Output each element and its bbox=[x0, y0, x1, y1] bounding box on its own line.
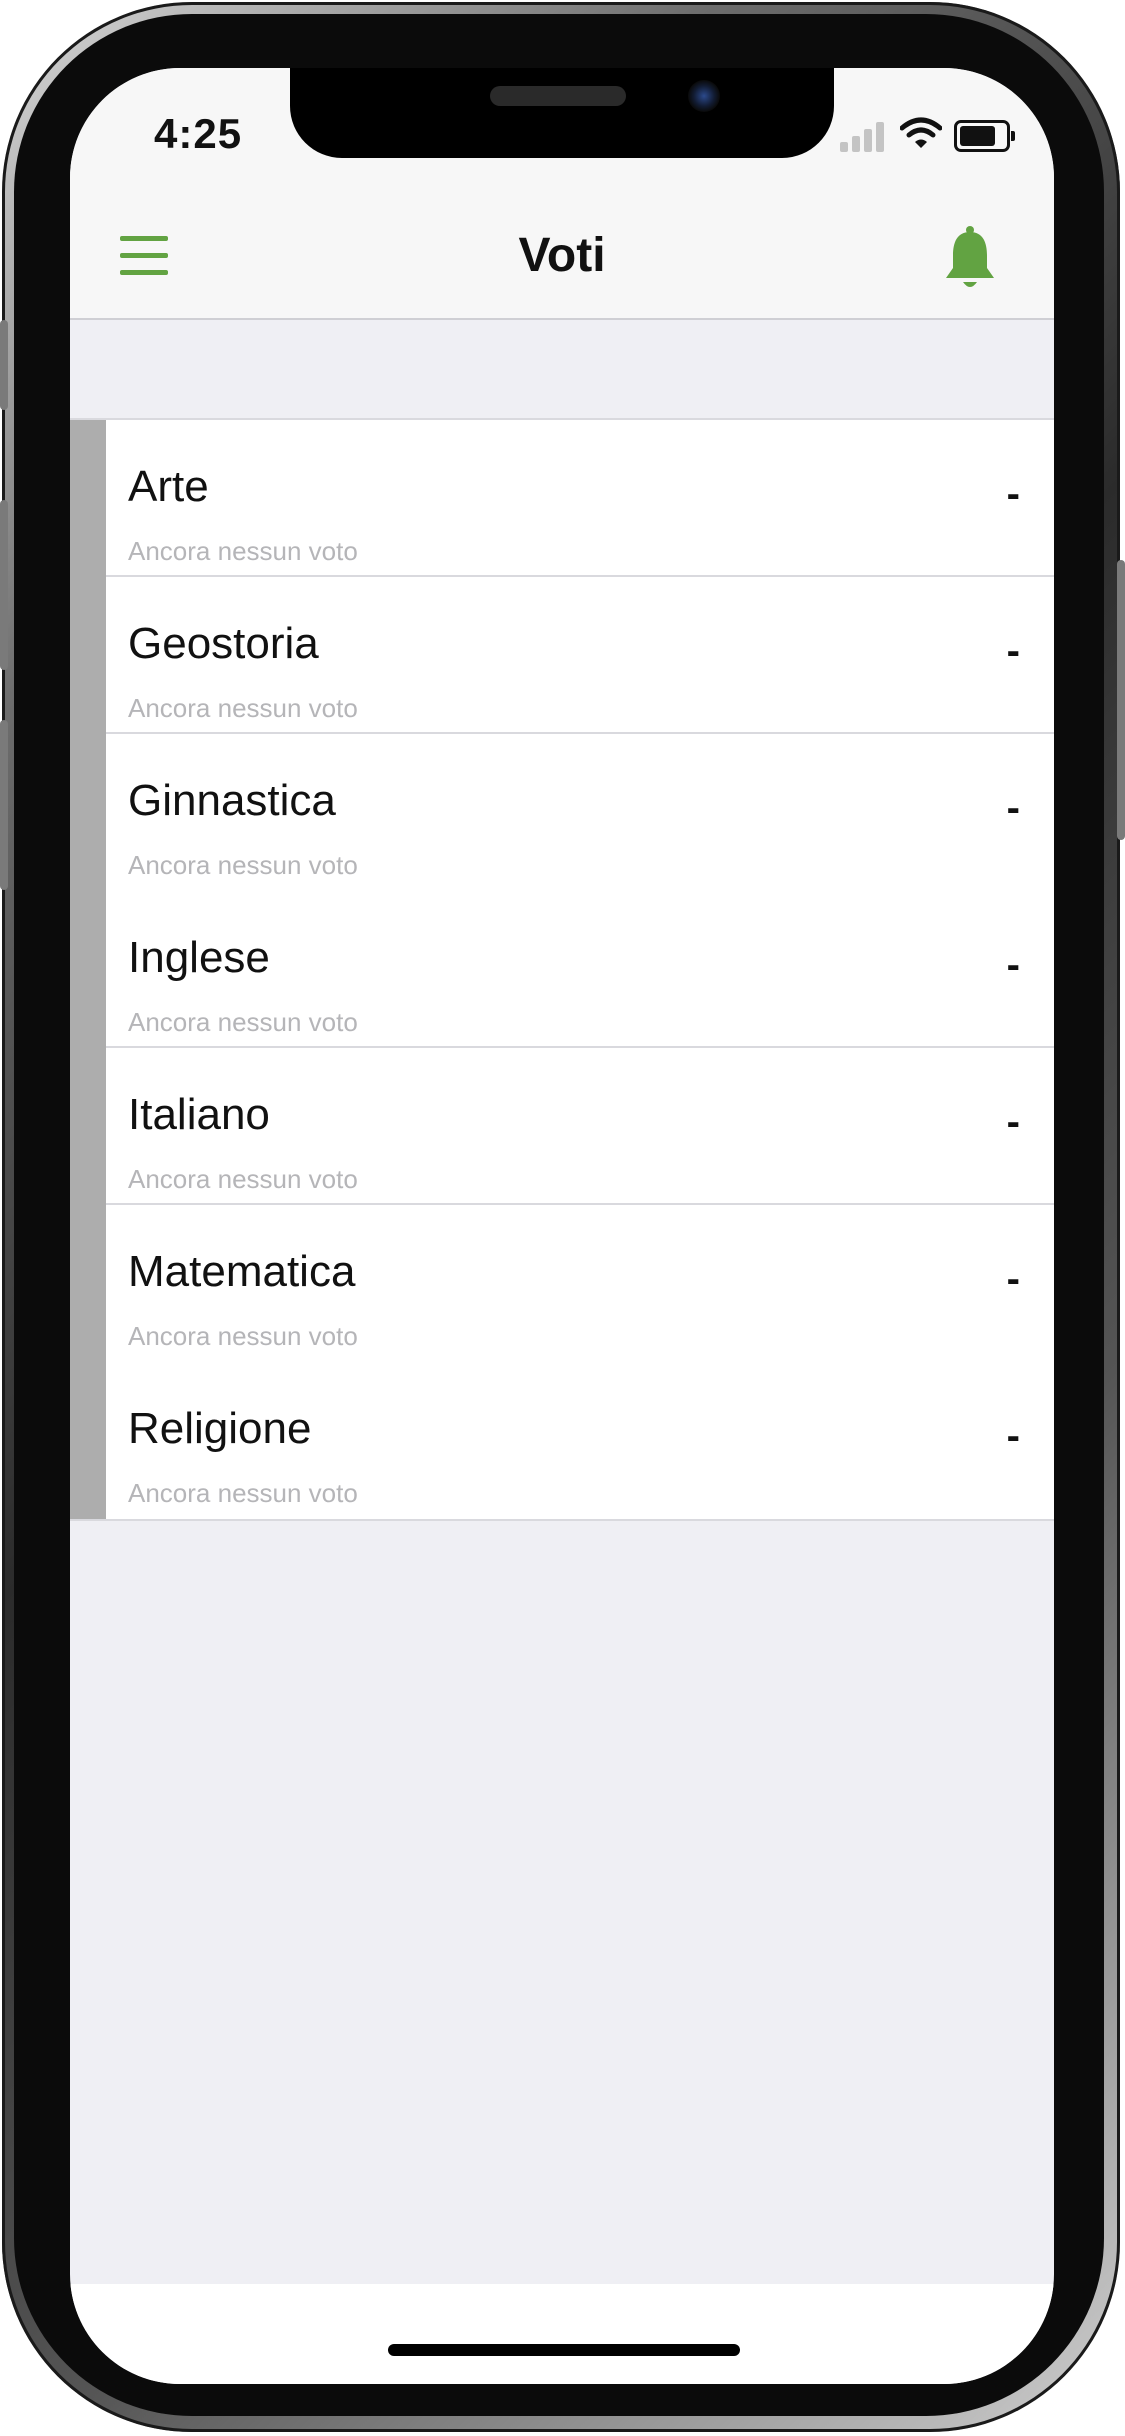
bottom-safe-area bbox=[70, 2284, 1054, 2384]
notch bbox=[290, 68, 834, 158]
volume-up-button bbox=[0, 500, 8, 670]
subject-grade: - bbox=[1006, 1100, 1020, 1144]
list-item[interactable]: Matematica Ancora nessun voto - bbox=[106, 1205, 1054, 1362]
page-title: Voti bbox=[518, 229, 606, 282]
subject-status: Ancora nessun voto bbox=[128, 1478, 358, 1508]
subject-name: Inglese bbox=[128, 933, 270, 982]
list-item[interactable]: Inglese Ancora nessun voto - bbox=[106, 891, 1054, 1048]
bell-icon[interactable] bbox=[940, 224, 1000, 292]
subject-name: Ginnastica bbox=[128, 776, 336, 825]
device-mockup: 4:25 Voti Arte Ancora nessun voto - Geos… bbox=[0, 0, 1125, 2436]
subject-grade: - bbox=[1006, 786, 1020, 830]
list-item[interactable]: Ginnastica Ancora nessun voto - bbox=[106, 734, 1054, 891]
subject-grade: - bbox=[1006, 629, 1020, 673]
battery-level bbox=[960, 126, 995, 146]
subjects-list: Arte Ancora nessun voto - Geostoria Anco… bbox=[70, 418, 1054, 1521]
home-indicator[interactable] bbox=[388, 2344, 740, 2356]
cellular-signal-icon bbox=[840, 120, 886, 152]
list-item[interactable]: Arte Ancora nessun voto - bbox=[106, 420, 1054, 577]
phone-screen: 4:25 Voti Arte Ancora nessun voto - Geos… bbox=[70, 68, 1054, 2384]
subject-name: Arte bbox=[128, 462, 209, 511]
subject-name: Italiano bbox=[128, 1090, 270, 1139]
speaker-grille bbox=[490, 86, 626, 106]
list-item[interactable]: Geostoria Ancora nessun voto - bbox=[106, 577, 1054, 734]
subject-status: Ancora nessun voto bbox=[128, 1007, 358, 1037]
subject-status: Ancora nessun voto bbox=[128, 850, 358, 880]
mute-switch bbox=[0, 320, 8, 410]
subject-name: Religione bbox=[128, 1404, 312, 1453]
list-item[interactable]: Religione Ancora nessun voto - bbox=[106, 1362, 1054, 1519]
subject-status: Ancora nessun voto bbox=[128, 693, 358, 723]
subject-name: Matematica bbox=[128, 1247, 356, 1296]
power-button bbox=[1117, 560, 1125, 840]
subject-status: Ancora nessun voto bbox=[128, 1321, 358, 1351]
subject-grade: - bbox=[1006, 472, 1020, 516]
front-camera bbox=[688, 80, 720, 112]
subject-status: Ancora nessun voto bbox=[128, 536, 358, 566]
subject-status: Ancora nessun voto bbox=[128, 1164, 358, 1194]
subject-name: Geostoria bbox=[128, 619, 319, 668]
battery-icon bbox=[954, 120, 1015, 152]
list-item[interactable]: Italiano Ancora nessun voto - bbox=[106, 1048, 1054, 1205]
list-accent-bar bbox=[70, 420, 106, 1519]
volume-down-button bbox=[0, 720, 8, 890]
status-time: 4:25 bbox=[154, 110, 243, 157]
subject-grade: - bbox=[1006, 1257, 1020, 1301]
subject-grade: - bbox=[1006, 1414, 1020, 1458]
wifi-icon bbox=[900, 117, 942, 148]
subject-grade: - bbox=[1006, 943, 1020, 987]
navigation-bar: Voti bbox=[70, 198, 1054, 320]
